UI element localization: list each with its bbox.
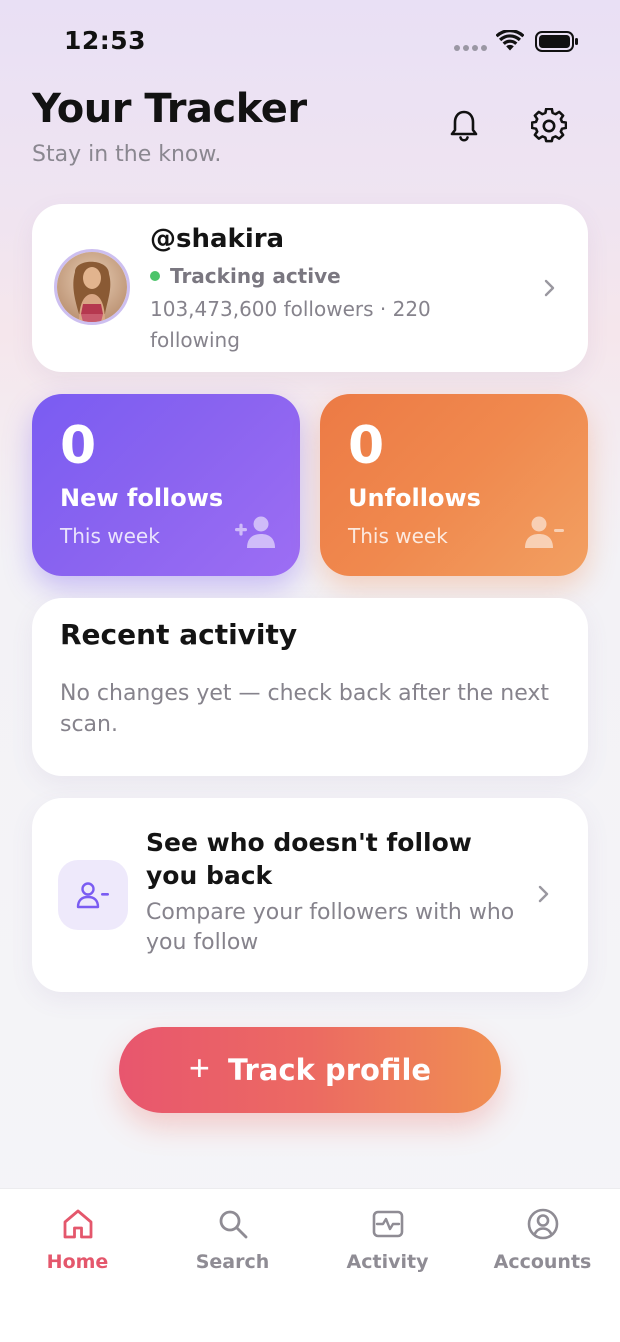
tab-label: Search: [195, 1251, 270, 1273]
notifications-button[interactable]: [444, 104, 484, 148]
chevron-right-icon: [544, 279, 555, 297]
new-follows-card[interactable]: 0 New follows This week: [32, 394, 300, 576]
compare-title: See who doesn't follow you back: [146, 828, 472, 890]
person-remove-icon: [525, 516, 564, 548]
plus-icon: +: [188, 1047, 210, 1088]
recent-activity-card: Recent activity No changes yet — check b…: [32, 598, 588, 776]
unfollows-period: This week: [348, 524, 448, 548]
tab-activity[interactable]: Activity: [310, 1207, 465, 1287]
tracking-status-label: Tracking active: [170, 264, 341, 288]
tab-accounts[interactable]: Accounts: [465, 1207, 620, 1287]
new-follows-label: New follows: [60, 484, 224, 512]
status-time: 12:53: [64, 26, 147, 55]
tab-search[interactable]: Search: [155, 1207, 310, 1287]
account-icon: [527, 1208, 558, 1240]
compare-icon-box: [58, 860, 128, 930]
new-follows-period: This week: [60, 524, 160, 548]
bell-icon: [450, 110, 478, 142]
battery-icon: [535, 31, 578, 52]
compare-subtitle: Compare your followers with who you foll…: [146, 900, 515, 955]
recent-activity-empty-text: No changes yet — check back after the ne…: [60, 681, 550, 737]
cellular-signal-icon: [454, 45, 487, 51]
profile-username: @shakira: [150, 224, 285, 254]
not-following-back-card[interactable]: See who doesn't follow you back Compare …: [32, 798, 588, 992]
home-icon: [63, 1209, 92, 1239]
tab-label: Home: [46, 1251, 109, 1273]
search-icon: [219, 1210, 247, 1239]
tab-label: Activity: [346, 1251, 429, 1273]
gear-icon: [531, 108, 567, 143]
unfollows-count: 0: [348, 416, 385, 476]
activity-icon: [372, 1210, 403, 1238]
person-add-icon: [235, 516, 275, 548]
tracking-status: Tracking active: [150, 264, 341, 288]
recent-activity-title: Recent activity: [60, 618, 298, 651]
tab-home[interactable]: Home: [0, 1207, 155, 1287]
tracked-profile-card[interactable]: @shakira Tracking active 103,473,600 fol…: [32, 204, 588, 372]
avatar: [54, 249, 130, 325]
new-follows-count: 0: [60, 416, 97, 476]
page-subtitle: Stay in the know.: [32, 142, 222, 167]
settings-button[interactable]: [529, 104, 569, 148]
unfollows-label: Unfollows: [348, 484, 481, 512]
track-profile-label: Track profile: [227, 1053, 432, 1087]
chevron-right-icon: [538, 885, 549, 903]
status-dot-icon: [150, 271, 160, 281]
follower-stats: 103,473,600 followers · 220 following: [150, 297, 431, 352]
page-title: Your Tracker: [32, 86, 307, 132]
unfollows-card[interactable]: 0 Unfollows This week: [320, 394, 588, 576]
track-profile-button[interactable]: + Track profile: [119, 1027, 501, 1113]
status-bar: 12:53: [0, 0, 620, 84]
wifi-icon: [496, 30, 524, 51]
person-remove-icon: [76, 882, 109, 909]
tab-label: Accounts: [493, 1251, 592, 1273]
tab-bar: Home Search Activity Accounts: [0, 1188, 620, 1342]
